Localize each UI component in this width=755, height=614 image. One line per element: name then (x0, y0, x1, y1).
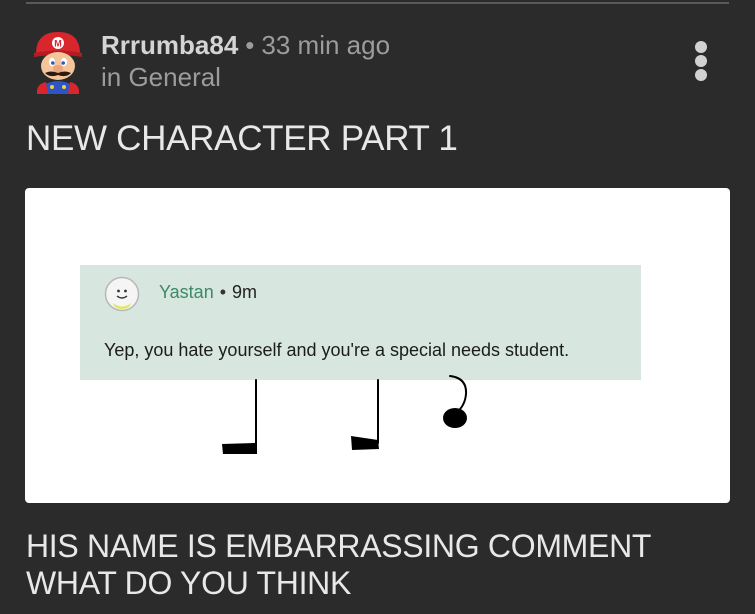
post-image[interactable]: Yastan • 9m Yep, you hate yourself and you… (25, 188, 730, 503)
post-time: 33 min ago (261, 30, 391, 60)
post-caption: HIS NAME IS EMBARRASSING COMMENT WHAT DO… (26, 528, 651, 602)
more-vertical-icon (695, 55, 707, 67)
mario-avatar[interactable]: M (30, 28, 86, 94)
svg-text:M: M (54, 39, 62, 49)
top-divider (26, 2, 729, 4)
post-meta: Rrrumba84 • 33 min ago (101, 30, 390, 60)
post-title: NEW CHARACTER PART 1 (26, 119, 458, 158)
caption-line: HIS NAME IS EMBARRASSING COMMENT (26, 528, 652, 564)
drawn-legs-scribble (222, 375, 468, 454)
author-name[interactable]: Rrrumba84 (101, 30, 238, 60)
more-options-button[interactable] (686, 40, 716, 82)
post-category[interactable]: in General (101, 62, 221, 92)
more-vertical-icon (695, 41, 707, 53)
caption-line: WHAT DO YOU THINK (26, 565, 352, 601)
more-vertical-icon (695, 69, 707, 81)
meta-separator: • (245, 30, 255, 60)
